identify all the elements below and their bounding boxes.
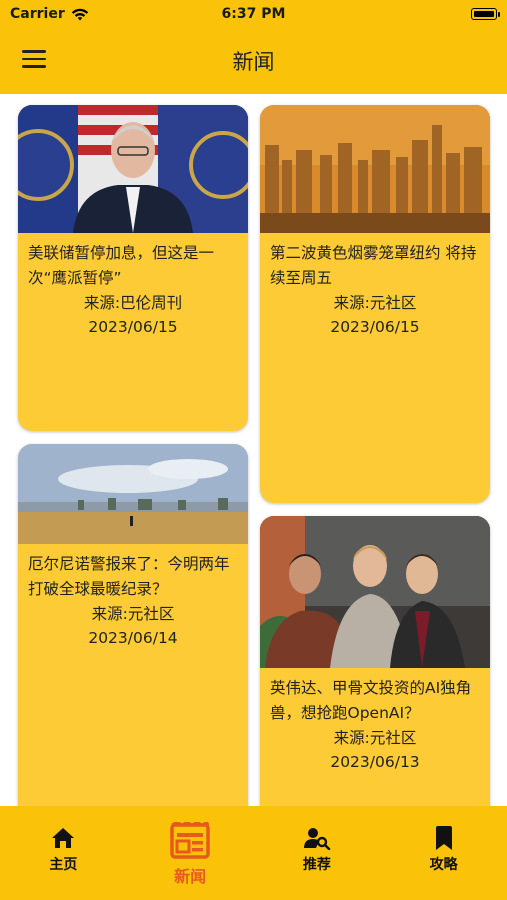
news-date: 2023/06/13 bbox=[330, 753, 420, 771]
tab-bar: 主页 新闻 推荐 攻略 bbox=[0, 806, 507, 900]
news-thumbnail bbox=[18, 444, 248, 544]
news-thumbnail bbox=[18, 105, 248, 233]
news-thumbnail bbox=[260, 516, 490, 668]
tab-label: 新闻 bbox=[174, 867, 207, 886]
tab-recommend[interactable]: 推荐 bbox=[262, 806, 372, 874]
news-date: 2023/06/15 bbox=[88, 318, 178, 336]
news-list[interactable]: 美联储暂停加息，但这是一次“鹰派暂停” 来源:巴伦周刊 2023/06/15 第… bbox=[0, 94, 507, 806]
tab-label: 攻略 bbox=[429, 857, 458, 873]
page-title: 新闻 bbox=[232, 50, 275, 74]
tab-label: 主页 bbox=[49, 857, 78, 873]
tab-news[interactable]: 新闻 bbox=[135, 806, 245, 887]
news-thumbnail bbox=[260, 105, 490, 233]
status-time: 6:37 PM bbox=[221, 6, 286, 22]
news-card[interactable]: 英伟达、甲骨文投资的AI独角兽，想抢跑OpenAI？ 来源:元社区 2023/0… bbox=[260, 516, 490, 806]
nav-bar: 新闻 bbox=[0, 28, 507, 94]
menu-icon[interactable] bbox=[22, 50, 46, 70]
newspaper-icon bbox=[170, 822, 210, 859]
person-search-icon bbox=[303, 828, 331, 850]
news-date: 2023/06/14 bbox=[88, 629, 178, 647]
news-source: 来源:元社区 bbox=[91, 605, 175, 623]
battery-icon bbox=[471, 8, 500, 20]
tab-guide[interactable]: 攻略 bbox=[389, 806, 499, 874]
news-card[interactable]: 厄尔尼诺警报来了：今明两年打破全球最暖纪录？ 来源:元社区 2023/06/14 bbox=[18, 444, 248, 806]
home-icon bbox=[52, 828, 75, 848]
news-title: 厄尔尼诺警报来了：今明两年打破全球最暖纪录？ bbox=[28, 555, 230, 598]
bookmark-icon bbox=[435, 826, 452, 850]
status-bar: Carrier 6:37 PM bbox=[0, 0, 507, 28]
tab-home[interactable]: 主页 bbox=[8, 806, 118, 874]
news-title: 第二波黄色烟雾笼罩纽约 将持续至周五 bbox=[270, 244, 477, 287]
news-date: 2023/06/15 bbox=[330, 318, 420, 336]
news-title: 美联储暂停加息，但这是一次“鹰派暂停” bbox=[28, 244, 215, 287]
news-source: 来源:元社区 bbox=[333, 294, 417, 312]
news-title: 英伟达、甲骨文投资的AI独角兽，想抢跑OpenAI？ bbox=[270, 679, 472, 722]
news-source: 来源:巴伦周刊 bbox=[83, 294, 183, 312]
tab-label: 推荐 bbox=[302, 857, 331, 873]
news-card[interactable]: 美联储暂停加息，但这是一次“鹰派暂停” 来源:巴伦周刊 2023/06/15 bbox=[18, 105, 248, 431]
news-source: 来源:元社区 bbox=[333, 729, 417, 747]
news-card[interactable]: 第二波黄色烟雾笼罩纽约 将持续至周五 来源:元社区 2023/06/15 bbox=[260, 105, 490, 503]
